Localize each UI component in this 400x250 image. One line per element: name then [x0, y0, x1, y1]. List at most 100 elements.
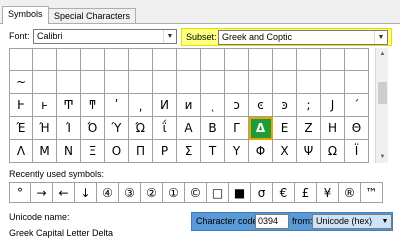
symbol-cell[interactable]	[153, 48, 177, 71]
symbol-cell[interactable]	[33, 48, 57, 71]
symbol-cell[interactable]: ;	[297, 94, 321, 117]
symbol-cell[interactable]	[177, 48, 201, 71]
symbol-cell[interactable]: Χ	[273, 140, 297, 163]
recent-symbol[interactable]: ③	[119, 182, 141, 203]
scroll-down-icon[interactable]: ▼	[376, 151, 389, 163]
recent-symbol[interactable]: ↓	[75, 182, 97, 203]
symbol-cell[interactable]	[57, 71, 81, 94]
symbol-cell[interactable]: Ω	[321, 140, 345, 163]
symbol-cell[interactable]: Ύ	[105, 117, 129, 140]
symbol-cell[interactable]: Μ	[33, 140, 57, 163]
symbol-cell[interactable]	[105, 48, 129, 71]
grid-scrollbar[interactable]: ▲ ▼	[375, 48, 388, 163]
symbol-cell[interactable]: ͺ	[201, 94, 225, 117]
symbol-cell[interactable]: ΐ	[153, 117, 177, 140]
recent-symbol[interactable]: °	[9, 182, 31, 203]
symbol-cell[interactable]	[9, 48, 33, 71]
chevron-down-icon[interactable]: ▼	[374, 31, 387, 44]
recent-symbol[interactable]: →	[31, 182, 53, 203]
symbol-cell[interactable]	[129, 71, 153, 94]
symbol-cell[interactable]: ΄	[345, 94, 369, 117]
symbol-cell[interactable]: Υ	[225, 140, 249, 163]
symbol-cell[interactable]	[249, 48, 273, 71]
symbol-cell[interactable]	[81, 48, 105, 71]
symbol-cell[interactable]: Ν	[57, 140, 81, 163]
symbol-cell[interactable]: Ͳ	[57, 94, 81, 117]
symbol-cell[interactable]	[345, 48, 369, 71]
symbol-cell[interactable]: Ϊ	[345, 140, 369, 163]
symbol-cell[interactable]: Π	[129, 140, 153, 163]
symbol-cell[interactable]: Ζ	[297, 117, 321, 140]
symbol-cell[interactable]: Ͱ	[9, 94, 33, 117]
recent-symbol[interactable]: ②	[141, 182, 163, 203]
symbol-cell[interactable]: ͼ	[249, 94, 273, 117]
symbol-cell[interactable]	[33, 71, 57, 94]
symbol-cell[interactable]: ͵	[129, 94, 153, 117]
chevron-down-icon[interactable]: ▼	[163, 30, 176, 43]
symbol-cell[interactable]	[57, 48, 81, 71]
symbol-cell[interactable]: ͱ	[33, 94, 57, 117]
symbol-cell[interactable]: Ε	[273, 117, 297, 140]
symbol-cell[interactable]: Ϳ	[321, 94, 345, 117]
symbol-cell[interactable]	[201, 48, 225, 71]
symbol-cell[interactable]: Λ	[9, 140, 33, 163]
symbol-cell[interactable]	[273, 48, 297, 71]
symbol-cell[interactable]	[297, 48, 321, 71]
recent-symbol[interactable]: €	[273, 182, 295, 203]
symbol-cell[interactable]	[225, 48, 249, 71]
symbol-cell[interactable]: Ρ	[153, 140, 177, 163]
symbol-cell[interactable]: Έ	[9, 117, 33, 140]
symbol-cell[interactable]: Ͷ	[153, 94, 177, 117]
recent-symbol[interactable]: £	[295, 182, 317, 203]
symbol-cell[interactable]: Ί	[57, 117, 81, 140]
symbol-cell[interactable]: Ό	[81, 117, 105, 140]
symbol-cell[interactable]: Ώ	[129, 117, 153, 140]
symbol-cell[interactable]	[321, 71, 345, 94]
symbol-cell[interactable]: ͻ	[225, 94, 249, 117]
symbol-cell[interactable]	[129, 48, 153, 71]
recent-symbol[interactable]: ®	[339, 182, 361, 203]
symbol-cell[interactable]: Γ	[225, 117, 249, 140]
symbol-cell[interactable]: Α	[177, 117, 201, 140]
recent-symbol[interactable]: ■	[229, 182, 251, 203]
symbol-cell[interactable]: ͳ	[81, 94, 105, 117]
symbol-cell[interactable]: Θ	[345, 117, 369, 140]
symbol-cell[interactable]: ͷ	[177, 94, 201, 117]
recent-symbol[interactable]: σ	[251, 182, 273, 203]
scroll-thumb[interactable]	[378, 82, 387, 104]
symbol-cell[interactable]: ~	[9, 71, 33, 94]
recent-symbol[interactable]: ©	[185, 182, 207, 203]
character-code-input[interactable]: 0394	[255, 214, 289, 229]
symbol-cell[interactable]: Τ	[201, 140, 225, 163]
symbol-cell[interactable]: ʹ	[105, 94, 129, 117]
recent-symbol[interactable]: ¥	[317, 182, 339, 203]
symbol-cell[interactable]: Σ	[177, 140, 201, 163]
symbol-cell[interactable]: Δ	[249, 117, 273, 140]
symbol-cell[interactable]: Ψ	[297, 140, 321, 163]
symbol-cell[interactable]	[249, 71, 273, 94]
symbol-cell[interactable]: ͽ	[273, 94, 297, 117]
chevron-down-icon[interactable]: ▼	[379, 215, 391, 228]
tab-special-characters[interactable]: Special Characters	[48, 8, 137, 23]
symbol-cell[interactable]: Η	[321, 117, 345, 140]
recent-symbol[interactable]: ①	[163, 182, 185, 203]
symbol-cell[interactable]	[345, 71, 369, 94]
symbol-cell[interactable]	[225, 71, 249, 94]
from-select[interactable]: Unicode (hex) ▼	[312, 214, 392, 229]
symbol-cell[interactable]	[297, 71, 321, 94]
symbol-cell[interactable]: Ή	[33, 117, 57, 140]
symbol-cell[interactable]	[81, 71, 105, 94]
symbol-cell[interactable]	[177, 71, 201, 94]
symbol-cell[interactable]	[153, 71, 177, 94]
scroll-up-icon[interactable]: ▲	[376, 48, 389, 60]
symbol-cell[interactable]: Β	[201, 117, 225, 140]
tab-symbols[interactable]: Symbols	[2, 6, 49, 24]
symbol-cell[interactable]: Ο	[105, 140, 129, 163]
subset-select[interactable]: Greek and Coptic ▼	[218, 30, 388, 45]
symbol-cell[interactable]	[105, 71, 129, 94]
recent-symbol[interactable]: ←	[53, 182, 75, 203]
symbol-cell[interactable]	[273, 71, 297, 94]
symbol-cell[interactable]: Φ	[249, 140, 273, 163]
font-select[interactable]: Calibri ▼	[33, 29, 177, 44]
recent-symbol[interactable]: ™	[361, 182, 383, 203]
